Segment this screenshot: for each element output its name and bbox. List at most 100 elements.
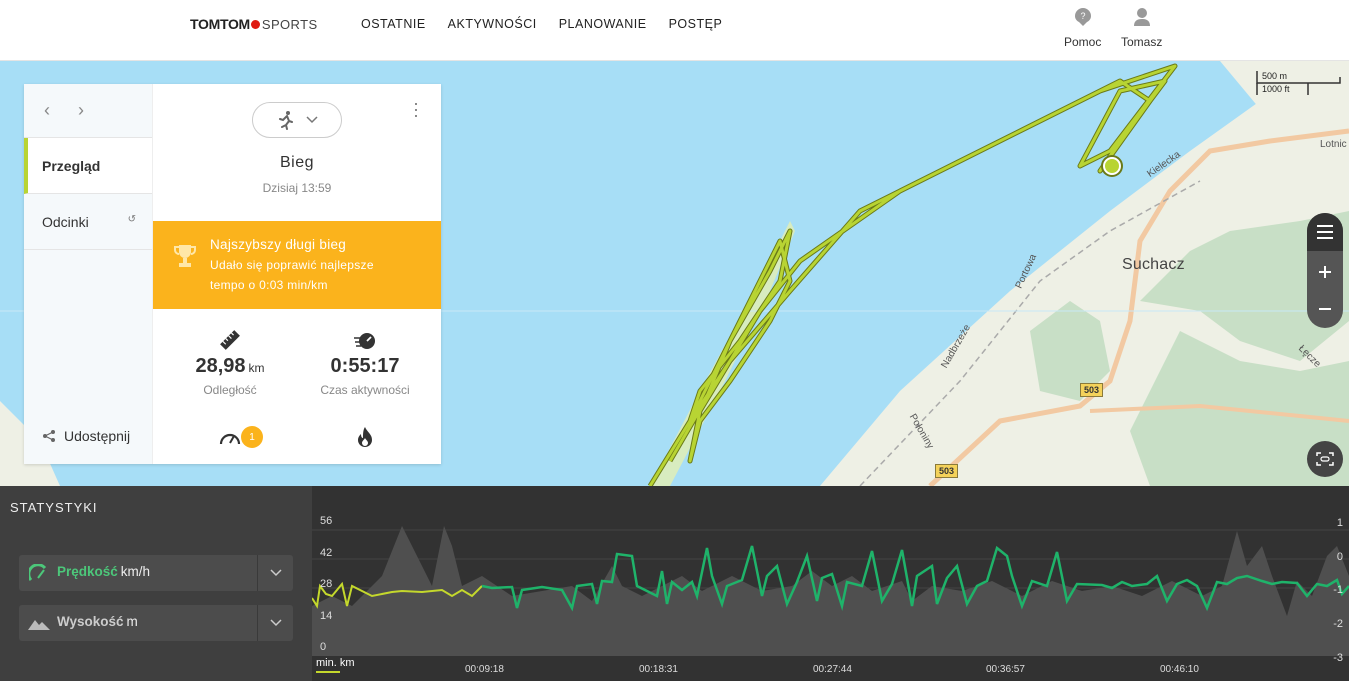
road-number-badge: 503 — [1080, 383, 1104, 397]
share-label: Udostępnij — [64, 428, 131, 444]
top-bar: TOMTOM SPORTS OSTATNIE AKTYWNOŚCI PLANOW… — [0, 0, 1349, 61]
y2-axis-tick: -3 — [1333, 652, 1343, 664]
x-axis-tick: 00:46:10 — [1160, 664, 1199, 675]
record-badge: 1 — [241, 426, 263, 448]
x-axis-unit-underline — [316, 671, 340, 673]
scale-imperial: 1000 ft — [1262, 84, 1290, 94]
duration-label: Czas aktywności — [320, 383, 410, 397]
y-axis-tick: 0 — [320, 641, 327, 653]
town-label: Suchacz — [1122, 256, 1185, 273]
graph-canvas — [312, 526, 1349, 656]
road-number-badge: 503 — [935, 464, 959, 478]
trophy-icon — [174, 245, 196, 267]
nav-item-recent[interactable]: OSTATNIE — [361, 17, 426, 31]
x-axis-tick: 00:27:44 — [813, 664, 852, 675]
activity-date: Dzisiaj 13:59 — [262, 181, 332, 195]
tomtom-sports-logo[interactable]: TOMTOM SPORTS — [190, 16, 318, 32]
x-axis-tick: 00:18:31 — [639, 664, 678, 675]
tab-overview[interactable]: Przegląd — [24, 138, 152, 194]
help-label: Pomoc — [1064, 35, 1102, 49]
y-axis-tick: 14 — [320, 610, 333, 622]
speed-metric-select[interactable]: Prędkość km/h — [19, 555, 293, 591]
chevron-down-icon[interactable] — [257, 555, 293, 591]
minus-icon — [1319, 308, 1331, 310]
fit-bounds-icon — [1316, 452, 1334, 466]
distance-stat: 28,98 km Odległość — [158, 329, 302, 397]
y2-axis-tick: 0 — [1336, 551, 1343, 563]
brand-sub: SPORTS — [261, 16, 318, 32]
y2-axis-tick: -1 — [1333, 584, 1343, 596]
statistics-title: STATYSTYKI — [10, 500, 98, 515]
statistics-section: STATYSTYKI Prędkość km/h Wysokość m 56 4… — [0, 486, 1349, 681]
elevation-metric-select[interactable]: Wysokość m — [19, 605, 293, 641]
nav-item-activities[interactable]: AKTYWNOŚCI — [448, 17, 537, 31]
y-axis-tick: 28 — [320, 578, 333, 590]
next-activity-icon[interactable]: › — [78, 100, 84, 121]
distance-value: 28,98 — [195, 355, 246, 377]
speed-gauge-icon — [29, 564, 47, 581]
nav-item-progress[interactable]: POSTĘP — [669, 17, 723, 31]
tab-laps-label: Odcinki — [42, 213, 89, 230]
x-axis-tick: 00:36:57 — [986, 664, 1025, 675]
statistics-controls: STATYSTYKI Prędkość km/h Wysokość m — [0, 486, 312, 681]
user-icon — [1133, 8, 1150, 26]
map-scale: 500 m 1000 ft — [1256, 69, 1341, 97]
brand-name: TOMTOM — [190, 16, 250, 32]
share-button[interactable]: Udostępnij — [42, 428, 130, 444]
activity-summary: · · · Bieg Dzisiaj 13:59 Najszybszy długi … — [153, 84, 441, 464]
elevation-unit: m — [126, 614, 138, 629]
duration-stat: 0:55:17 Czas aktywności — [293, 329, 437, 397]
speed-metric-name: Prędkość km/h — [57, 564, 150, 579]
distance-unit: km — [248, 361, 265, 375]
svg-text:?: ? — [1080, 11, 1085, 21]
achievement-text: tempo o 0:03 min/km — [210, 278, 328, 292]
chevron-down-icon[interactable] — [257, 605, 293, 641]
laps-icon: ↺ — [127, 214, 136, 225]
running-icon — [279, 111, 293, 130]
y2-axis-tick: -2 — [1333, 618, 1343, 630]
speed-name: Prędkość — [57, 564, 118, 579]
achievement-text: Udało się poprawić najlepsze — [210, 258, 374, 272]
tab-laps[interactable]: Odcinki ↺ — [24, 194, 152, 250]
help-button[interactable]: ? Pomoc — [1064, 8, 1101, 49]
nav-item-planning[interactable]: PLANOWANIE — [559, 17, 647, 31]
previous-activity-icon[interactable]: ‹ — [44, 100, 50, 121]
stopwatch-icon — [354, 333, 375, 349]
zoom-in-button[interactable] — [1307, 253, 1343, 291]
flame-icon — [358, 427, 372, 447]
elevation-name: Wysokość — [57, 614, 124, 629]
activity-nav: ‹ › — [24, 84, 152, 138]
pace-stat — [158, 426, 302, 452]
y-axis-tick: 42 — [320, 547, 333, 559]
activity-panel: ‹ › Przegląd Odcinki ↺ Udostępnij · · · B — [24, 84, 441, 464]
mountain-icon — [28, 620, 50, 630]
panel-sidebar: ‹ › Przegląd Odcinki ↺ Udostępnij — [24, 84, 153, 464]
main-nav: OSTATNIE AKTYWNOŚCI PLANOWANIE POSTĘP — [361, 17, 722, 31]
duration-value: 0:55:17 — [330, 355, 400, 377]
activity-type-select[interactable] — [252, 102, 342, 138]
tab-overview-label: Przegląd — [42, 157, 101, 174]
user-menu[interactable]: Tomasz — [1121, 8, 1162, 49]
more-options-icon[interactable]: · · · — [413, 94, 419, 124]
activity-title: Bieg — [279, 154, 315, 171]
menu-icon — [1317, 225, 1333, 239]
user-label: Tomasz — [1121, 35, 1163, 49]
x-axis-unit-toggle[interactable]: min. km — [316, 657, 355, 669]
map-controls — [1307, 213, 1343, 328]
zoom-out-button[interactable] — [1307, 290, 1343, 328]
distance-label: Odległość — [203, 383, 257, 397]
share-icon — [43, 430, 55, 442]
x-axis-tick: 00:09:18 — [465, 664, 504, 675]
ruler-icon — [220, 330, 240, 350]
y-axis-tick: 56 — [320, 515, 333, 527]
speedometer-icon — [219, 433, 241, 445]
brand-dot-icon — [250, 19, 260, 29]
fit-route-button[interactable] — [1307, 441, 1343, 477]
road-label: Lotnic — [1320, 139, 1347, 150]
y2-axis-tick: 1 — [1336, 517, 1343, 529]
help-icon: ? — [1074, 8, 1091, 26]
layers-button[interactable] — [1307, 213, 1343, 251]
statistics-graph[interactable]: 56 42 28 14 0 1 0 -1 -2 -3 min. km 00:09… — [312, 486, 1349, 681]
achievement-banner[interactable]: Najszybszy długi bieg Udało się poprawić… — [153, 221, 441, 309]
speed-unit: km/h — [120, 564, 151, 579]
